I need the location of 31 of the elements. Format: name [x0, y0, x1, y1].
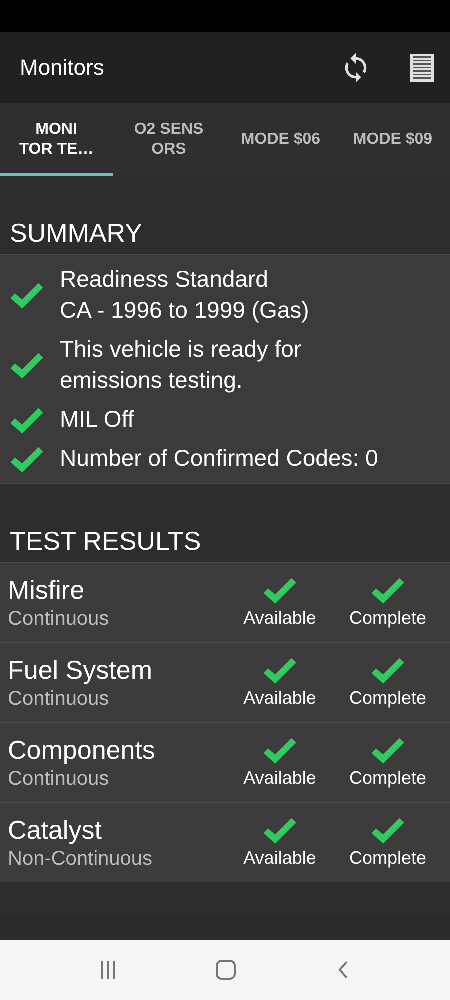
test-name: Fuel System: [8, 654, 154, 686]
recent-apps-icon[interactable]: [100, 961, 115, 979]
test-type: Continuous: [8, 766, 110, 792]
summary-text: Readiness Standard CA - 1996 to 1999 (Gas): [60, 265, 310, 325]
status-label: Complete: [349, 606, 427, 630]
summary-text: Number of Confirmed Codes: 0: [60, 444, 378, 473]
list-icon[interactable]: [410, 54, 434, 82]
status-label: Complete: [349, 846, 427, 870]
section-heading: SUMMARY: [9, 217, 144, 250]
tab[interactable]: MONI TOR TE…: [0, 103, 113, 176]
status-label: Available: [244, 766, 316, 790]
test-name: Components: [8, 734, 156, 766]
summary-text: This vehicle is ready for emissions testing.: [60, 335, 303, 395]
tab[interactable]: MODE $09: [337, 103, 449, 176]
home-icon[interactable]: [216, 960, 236, 980]
status-label: Complete: [349, 766, 427, 790]
tab[interactable]: O2 SENS ORS: [113, 103, 225, 176]
test-name: Catalyst: [8, 814, 103, 846]
summary-text: MIL Off: [60, 405, 134, 434]
status-label: Complete: [349, 686, 427, 710]
status-label: Available: [244, 846, 316, 870]
test-name: Misfire: [8, 574, 86, 606]
test-type: Continuous: [8, 686, 110, 712]
status-label: Available: [244, 686, 316, 710]
status-label: Available: [244, 606, 316, 630]
app-title: Monitors: [20, 54, 106, 82]
back-icon[interactable]: [337, 960, 350, 980]
tab[interactable]: MODE $06: [225, 103, 337, 176]
test-type: Non-Continuous: [8, 846, 154, 872]
section-heading: TEST RESULTS: [9, 525, 202, 558]
test-type: Continuous: [8, 606, 110, 632]
